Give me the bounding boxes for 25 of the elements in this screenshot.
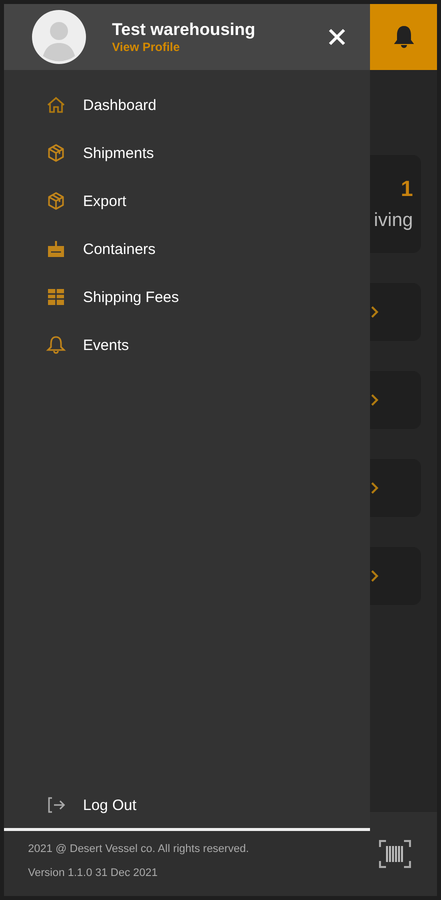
- profile-name: Test warehousing: [112, 20, 256, 40]
- table-icon: [46, 287, 66, 307]
- logout-icon: [46, 795, 66, 815]
- chevron-right-icon: [371, 570, 379, 582]
- container-icon: [46, 239, 66, 259]
- version-text: Version 1.1.0 31 Dec 2021: [28, 867, 159, 879]
- menu-item[interactable]: Shipping Fees: [46, 286, 370, 308]
- menu-item[interactable]: Events: [46, 334, 370, 356]
- box-icon: [46, 191, 66, 211]
- notifications-button[interactable]: [370, 4, 437, 70]
- chevron-right-icon: [371, 482, 379, 494]
- box-icon: [46, 143, 66, 163]
- copyright-text: 2021 @ Desert Vessel co. All rights reserved.: [28, 843, 249, 855]
- home-icon: [46, 95, 66, 115]
- stat-value: 1: [400, 176, 413, 202]
- barcode-scan-icon[interactable]: [379, 840, 411, 868]
- avatar-icon[interactable]: [32, 10, 86, 64]
- close-icon[interactable]: [328, 28, 346, 46]
- bell-icon: [46, 335, 66, 355]
- bell-icon: [392, 24, 416, 50]
- chevron-right-icon: [371, 306, 379, 318]
- menu-item[interactable]: Dashboard: [46, 94, 370, 116]
- stat-label: iving: [374, 210, 413, 232]
- chevron-right-icon: [371, 394, 379, 406]
- logout-item[interactable]: Log Out: [46, 794, 370, 816]
